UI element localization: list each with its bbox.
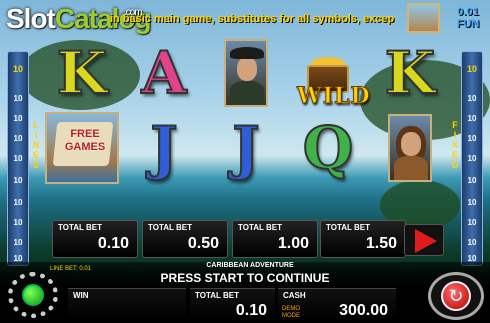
settings-button[interactable] [8,272,58,318]
fixed-label: FIXED [451,120,459,170]
spin-icon: ↻ [441,281,471,311]
top-bar: SlotCatalog .com in basic main game, subs… [0,0,490,40]
line-count[interactable]: 10 [8,238,28,247]
ship-menu-icon[interactable] [407,3,440,33]
total-bet-field: TOTAL BET 0.10 [190,288,275,320]
demo-mode-label: DEMO MODE [282,306,300,319]
symbol-k: K [56,39,108,107]
line-count[interactable]: 10 [462,218,482,227]
wild-text: WILD [297,83,371,110]
line-count[interactable]: 10 [462,238,482,247]
line-bet: LINE BET: 0.01 [50,266,92,272]
bet-option-3[interactable]: TOTAL BET 1.00 [232,220,318,258]
spin-button[interactable]: ↻ [428,272,484,320]
line-count[interactable]: 10 [462,176,482,185]
line-count[interactable]: 10 [462,198,482,207]
line-count[interactable]: 10 [8,64,28,74]
symbol-lady-portrait [369,112,451,184]
symbol-k: K [384,39,436,107]
symbol-a: A [140,39,187,107]
play-arrow-icon [415,229,437,253]
symbol-treasure-chest-wild: WILD [287,37,371,110]
info-ticker: in basic main game, substitutes for all … [110,13,395,25]
free-games-text: FREE GAMES [64,128,106,153]
line-count[interactable]: 10 [462,134,482,143]
reels-area: K A WILD K FREE GAMES J J Q [41,37,451,222]
game-title: CARIBBEAN ADVENTURE [206,262,294,269]
bet-option-2[interactable]: TOTAL BET 0.50 [142,220,228,258]
fun-value: 0.01 [457,6,479,18]
line-count[interactable]: 10 [462,64,482,74]
gear-icon [22,284,44,306]
line-count[interactable]: 10 [8,218,28,227]
status-message: PRESS START TO CONTINUE [160,271,330,285]
fun-label: FUN [456,18,480,30]
play-arrow-button[interactable] [404,224,444,256]
line-count[interactable]: 10 [8,154,28,163]
line-count[interactable]: 10 [8,94,28,103]
win-field: WIN [68,288,186,320]
line-count[interactable]: 10 [462,94,482,103]
bet-option-1[interactable]: TOTAL BET 0.10 [52,220,138,258]
symbol-j: J [231,114,260,182]
symbol-j: J [149,114,178,182]
line-count[interactable]: 10 [8,114,28,123]
right-lines-column: 10 10 10 10 10 10 10 10 10 10 [461,51,483,266]
line-count[interactable]: 10 [462,154,482,163]
bet-option-4[interactable]: TOTAL BET 1.50 [320,220,406,258]
symbol-pirate-captain [205,37,287,109]
lines-label: LINES [32,120,40,170]
left-lines-column: 10 10 10 10 10 10 10 10 10 10 [7,51,29,266]
line-count[interactable]: 10 [8,134,28,143]
symbol-free-games: FREE GAMES [41,112,123,184]
line-count[interactable]: 10 [8,198,28,207]
fun-balance: 0.01 FUN [448,6,488,30]
line-count[interactable]: 10 [462,114,482,123]
symbol-q: Q [302,114,355,182]
line-count[interactable]: 10 [8,176,28,185]
